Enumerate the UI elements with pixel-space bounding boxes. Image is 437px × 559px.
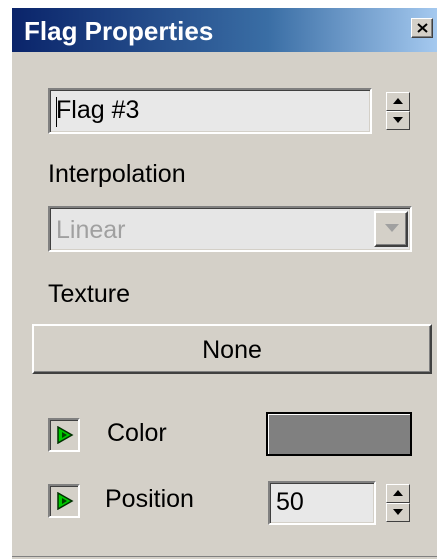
arrow-up-icon xyxy=(393,98,403,104)
interpolation-dropdown-button[interactable] xyxy=(374,211,408,247)
flag-name-spin-up-button[interactable] xyxy=(386,92,410,111)
arrow-down-icon xyxy=(393,509,403,515)
position-animate-toggle[interactable] xyxy=(48,484,80,518)
window-title: Flag Properties xyxy=(24,16,214,46)
bottom-divider xyxy=(12,556,437,557)
texture-button-label: None xyxy=(202,336,262,364)
position-spin-down-button[interactable] xyxy=(386,503,410,522)
position-spin-up-button[interactable] xyxy=(386,484,410,503)
text-caret xyxy=(56,97,57,127)
chevron-down-icon xyxy=(385,224,399,232)
texture-button[interactable]: None xyxy=(32,324,432,374)
texture-label: Texture xyxy=(48,280,130,308)
close-button[interactable] xyxy=(411,18,433,38)
position-input[interactable] xyxy=(276,487,366,517)
position-label: Position xyxy=(105,485,194,513)
flag-name-spin-down-button[interactable] xyxy=(386,111,410,130)
flag-properties-window: Flag Properties Interpolation Linear Tex… xyxy=(10,8,437,559)
color-label: Color xyxy=(107,419,167,447)
flag-name-spinner[interactable] xyxy=(386,92,410,130)
title-bar[interactable]: Flag Properties xyxy=(12,8,437,52)
arrow-down-icon xyxy=(393,117,403,123)
animate-key-icon xyxy=(57,492,74,510)
arrow-up-icon xyxy=(393,490,403,496)
color-animate-toggle[interactable] xyxy=(48,418,80,452)
interpolation-dropdown[interactable]: Linear xyxy=(48,206,412,252)
close-icon xyxy=(417,23,428,33)
color-swatch[interactable] xyxy=(266,412,412,456)
flag-name-input[interactable] xyxy=(56,95,356,125)
flag-name-field[interactable] xyxy=(48,88,372,134)
interpolation-label: Interpolation xyxy=(48,160,186,188)
position-spinner[interactable] xyxy=(386,484,410,522)
animate-key-icon xyxy=(57,426,74,444)
interpolation-selected-value: Linear xyxy=(56,216,126,244)
position-field[interactable] xyxy=(268,481,376,525)
